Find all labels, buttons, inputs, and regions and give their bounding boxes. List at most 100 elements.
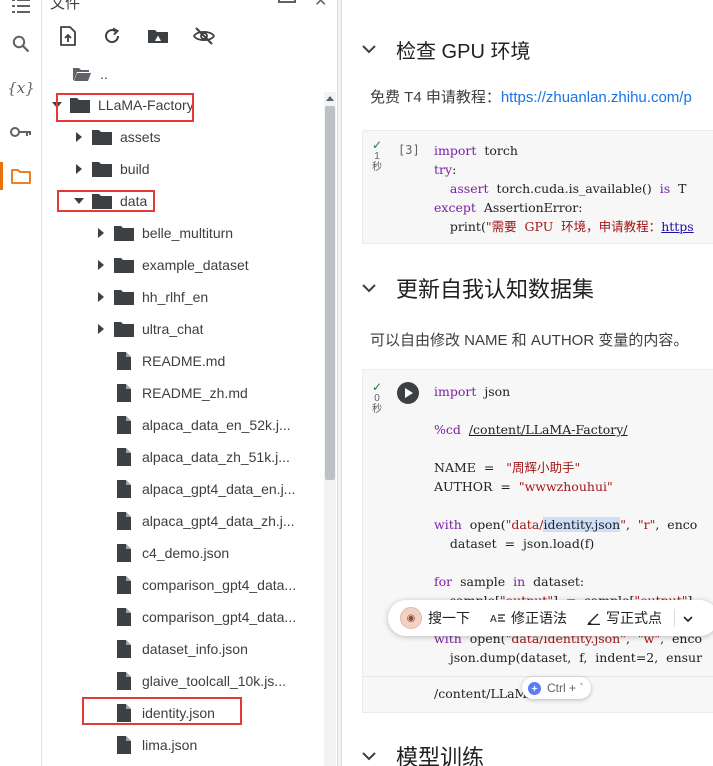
file-row[interactable]: dataset_info.json xyxy=(42,633,322,665)
section-heading-training[interactable]: 模型训练 xyxy=(362,740,484,766)
key-icon[interactable] xyxy=(0,114,42,150)
code-token: open( xyxy=(461,517,506,532)
file-row[interactable]: alpaca_data_en_52k.j... xyxy=(42,409,322,441)
folder-row[interactable]: assets xyxy=(42,121,322,153)
code-token: dataset = json.load(f) xyxy=(434,536,595,551)
file-row[interactable]: README.md xyxy=(42,345,322,377)
folder-icon xyxy=(114,224,134,242)
file-icon xyxy=(114,608,134,626)
code-token: AssertionError: xyxy=(475,200,583,215)
code-token: dataset: xyxy=(525,574,585,589)
code-token: print( xyxy=(434,219,486,234)
gpu-tutorial-text: 免费 T4 申请教程：https://zhuanlan.zhihu.com/p xyxy=(370,86,692,107)
ai-shortcut-pill[interactable]: Ctrl + ` xyxy=(522,677,592,699)
folder-row[interactable]: example_dataset xyxy=(42,249,322,281)
folder-row[interactable]: hh_rlhf_en xyxy=(42,281,322,313)
code-line: print("需要 GPU 环境，申请教程：https xyxy=(434,217,694,236)
code-token: NAME = xyxy=(434,460,507,475)
file-row[interactable]: alpaca_gpt4_data_zh.j... xyxy=(42,505,322,537)
file-row[interactable]: alpaca_data_zh_51k.j... xyxy=(42,441,322,473)
file-icon xyxy=(114,672,134,690)
caret-right-icon[interactable] xyxy=(72,162,86,176)
code-token: "周辉小助手" xyxy=(506,460,581,475)
file-row[interactable]: README_zh.md xyxy=(42,377,322,409)
variables-icon[interactable]: {x} xyxy=(0,70,42,106)
parent-directory-row[interactable]: .. xyxy=(66,58,346,90)
caret-right-icon[interactable] xyxy=(94,258,108,272)
grammar-icon: A xyxy=(490,612,506,624)
more-chevron-icon[interactable] xyxy=(683,610,693,626)
drive-icon[interactable] xyxy=(146,24,170,48)
upload-icon[interactable] xyxy=(56,24,80,48)
code-cell-gpu-check[interactable]: ✓ 1 秒 [3] import torch try: assert torch.… xyxy=(362,130,713,244)
chevron-down-icon[interactable] xyxy=(362,283,384,293)
folder-row[interactable]: build xyxy=(42,153,322,185)
code-token: "需要 GPU 环境，申请教程： xyxy=(485,219,662,234)
hide-icon[interactable] xyxy=(192,24,216,48)
code-token: in xyxy=(513,574,526,589)
code-token: , enco xyxy=(655,517,698,532)
code-line: import torch xyxy=(434,141,694,160)
code-token: json xyxy=(476,384,511,399)
fix-grammar-button[interactable]: A 修正语法 xyxy=(490,608,567,628)
refresh-icon[interactable] xyxy=(100,24,124,48)
parent-directory-label: .. xyxy=(100,66,108,82)
search-icon[interactable] xyxy=(0,26,42,62)
run-cell-button[interactable] xyxy=(397,382,419,404)
chevron-down-icon[interactable] xyxy=(362,751,384,761)
code-token: identity.json xyxy=(543,517,621,532)
file-row[interactable]: glaive_toolcall_10k.js... xyxy=(42,665,322,697)
folder-row[interactable]: ultra_chat xyxy=(42,313,322,345)
play-icon xyxy=(404,388,413,398)
close-icon[interactable]: ✕ xyxy=(314,0,327,11)
execution-status: ✓ 1 秒 xyxy=(367,139,387,173)
formalize-button[interactable]: 写正式点 xyxy=(587,608,662,628)
folder-icon[interactable] xyxy=(0,158,42,194)
pen-icon xyxy=(587,611,601,625)
scrollbar-thumb[interactable] xyxy=(325,106,335,480)
section-heading-gpu[interactable]: 检查 GPU 环境 xyxy=(362,35,530,64)
item-label: alpaca_gpt4_data_zh.j... xyxy=(142,513,295,529)
file-row[interactable]: comparison_gpt4_data... xyxy=(42,569,322,601)
file-icon xyxy=(114,384,134,402)
caret-right-icon[interactable] xyxy=(94,290,108,304)
list-icon[interactable] xyxy=(0,0,42,24)
code-token: except xyxy=(434,200,476,215)
toolbar-separator xyxy=(674,609,675,627)
section-heading-identity[interactable]: 更新自我认知数据集 xyxy=(362,272,594,304)
section-title: 模型训练 xyxy=(396,745,485,766)
item-label: c4_demo.json xyxy=(142,545,230,561)
panel-divider[interactable] xyxy=(338,0,342,766)
code-token: "r" xyxy=(637,517,656,532)
notebook-area: 检查 GPU 环境 免费 T4 申请教程：https://zhuanlan.zh… xyxy=(338,0,713,766)
cell-prompt: [3] xyxy=(398,143,420,157)
code-line: json.dump(dataset, f, indent=2, ensur xyxy=(434,648,702,667)
scroll-up-arrow-icon[interactable] xyxy=(324,92,336,104)
code-token: torch.cuda.is_available() xyxy=(488,181,660,196)
code-line: import json xyxy=(434,382,702,401)
search-action-button[interactable]: ◉ 搜一下 xyxy=(400,607,470,629)
code-token: json.dump(dataset, f, indent=2, ensur xyxy=(434,650,703,665)
file-row[interactable]: c4_demo.json xyxy=(42,537,322,569)
code-token: : xyxy=(452,162,457,177)
item-label: assets xyxy=(120,129,161,145)
folder-row[interactable]: belle_multiturn xyxy=(42,217,322,249)
file-row[interactable]: comparison_gpt4_data... xyxy=(42,601,322,633)
chevron-down-icon[interactable] xyxy=(362,45,384,54)
maximize-icon[interactable] xyxy=(278,0,296,3)
exec-time-value: 1 xyxy=(374,151,380,162)
tutorial-link[interactable]: https://zhuanlan.zhihu.com/p xyxy=(501,89,692,106)
file-row[interactable]: alpaca_gpt4_data_en.j... xyxy=(42,473,322,505)
caret-right-icon[interactable] xyxy=(94,322,108,336)
file-row[interactable]: lima.json xyxy=(42,729,322,761)
code-cell-identity[interactable]: ✓ 0 秒 import json %cd /content/LLaMA-Fact… xyxy=(362,369,713,713)
code-token: import xyxy=(434,143,477,158)
code-editor[interactable]: import torch try: assert torch.cuda.is_av… xyxy=(434,141,694,236)
exec-time-unit: 秒 xyxy=(372,404,382,415)
caret-right-icon[interactable] xyxy=(94,226,108,240)
item-label: dataset_info.json xyxy=(142,641,248,657)
caret-right-icon[interactable] xyxy=(72,130,86,144)
